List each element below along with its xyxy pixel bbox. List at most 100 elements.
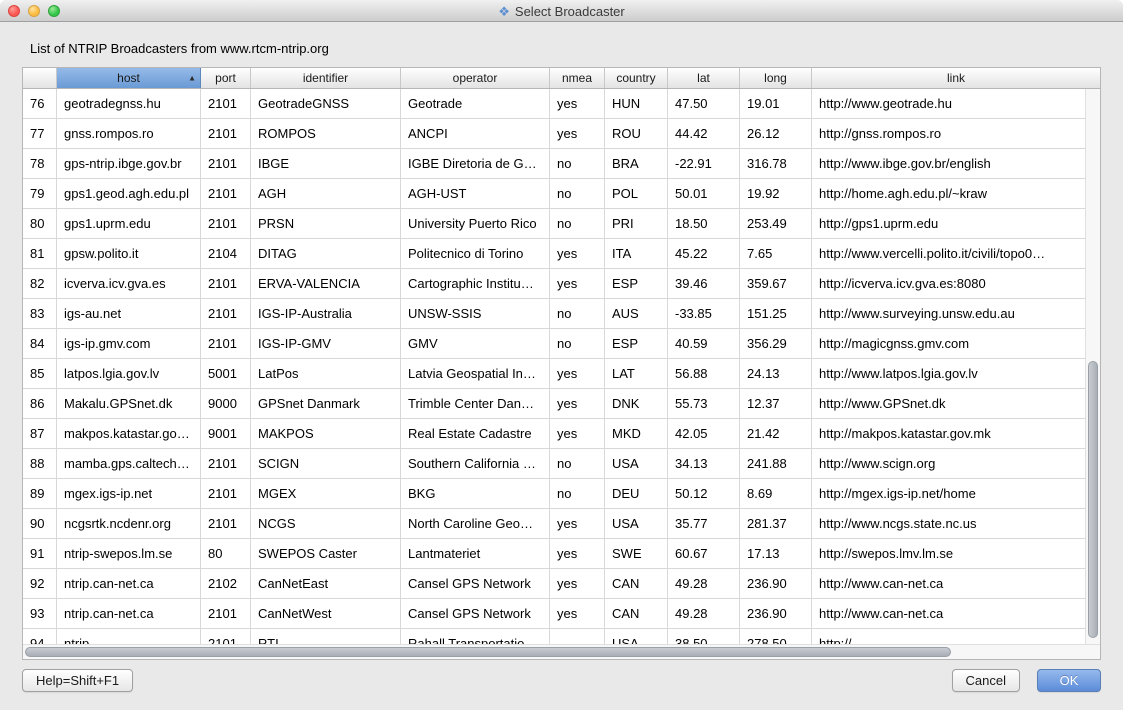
column-header-lat[interactable]: lat	[668, 68, 740, 88]
table-body-wrap: 76geotradegnss.hu2101GeotradeGNSSGeotrad…	[23, 89, 1100, 644]
table-row[interactable]: 90ncgsrtk.ncdenr.org2101NCGSNorth Caroli…	[23, 509, 1085, 539]
cell-num: 91	[23, 539, 57, 568]
cell-nmea: no	[550, 149, 605, 178]
column-header-operator[interactable]: operator	[401, 68, 550, 88]
cell-lat: 49.28	[668, 569, 740, 598]
column-header-num[interactable]	[23, 68, 57, 88]
cell-port: 2101	[201, 269, 251, 298]
table-row[interactable]: 87makpos.katastar.go…9001MAKPOSReal Esta…	[23, 419, 1085, 449]
cell-identifier: AGH	[251, 179, 401, 208]
cell-identifier: IGS-IP-Australia	[251, 299, 401, 328]
column-header-label: link	[947, 71, 965, 85]
cell-lat: -33.85	[668, 299, 740, 328]
table-row[interactable]: 91ntrip-swepos.lm.se80SWEPOS CasterLantm…	[23, 539, 1085, 569]
table-row[interactable]: 79gps1.geod.agh.edu.pl2101AGHAGH-USTnoPO…	[23, 179, 1085, 209]
cell-operator: Trimble Center Dan…	[401, 389, 550, 418]
cell-host: geotradegnss.hu	[57, 89, 201, 118]
cell-operator: North Caroline Geo…	[401, 509, 550, 538]
cell-long: 253.49	[740, 209, 812, 238]
table-row[interactable]: 85latpos.lgia.gov.lv5001LatPosLatvia Geo…	[23, 359, 1085, 389]
column-header-label: lat	[697, 71, 710, 85]
table-row[interactable]: 93ntrip.can-net.ca2101CanNetWestCansel G…	[23, 599, 1085, 629]
cell-port: 9000	[201, 389, 251, 418]
cell-port: 2101	[201, 329, 251, 358]
column-header-port[interactable]: port	[201, 68, 251, 88]
cell-host: mamba.gps.caltech…	[57, 449, 201, 478]
cell-link: http://…	[812, 629, 1085, 644]
cell-nmea: yes	[550, 359, 605, 388]
column-header-identifier[interactable]: identifier	[251, 68, 401, 88]
cell-long: 12.37	[740, 389, 812, 418]
cell-nmea: yes	[550, 509, 605, 538]
list-heading: List of NTRIP Broadcasters from www.rtcm…	[30, 41, 329, 56]
cell-link: http://www.GPSnet.dk	[812, 389, 1085, 418]
cell-long: 281.37	[740, 509, 812, 538]
cell-num: 85	[23, 359, 57, 388]
ok-button[interactable]: OK	[1037, 669, 1101, 692]
table-row[interactable]: 76geotradegnss.hu2101GeotradeGNSSGeotrad…	[23, 89, 1085, 119]
window-title-group: ❖ Select Broadcaster	[0, 0, 1123, 22]
cell-num: 90	[23, 509, 57, 538]
cell-operator: Cansel GPS Network	[401, 599, 550, 628]
cell-num: 83	[23, 299, 57, 328]
cell-port: 2101	[201, 179, 251, 208]
cell-long: 19.92	[740, 179, 812, 208]
table-row[interactable]: 77gnss.rompos.ro2101ROMPOSANCPIyesROU44.…	[23, 119, 1085, 149]
column-header-link[interactable]: link	[812, 68, 1100, 88]
cell-identifier: GeotradeGNSS	[251, 89, 401, 118]
table-row[interactable]: 92ntrip.can-net.ca2102CanNetEastCansel G…	[23, 569, 1085, 599]
column-header-long[interactable]: long	[740, 68, 812, 88]
cell-nmea: no	[550, 179, 605, 208]
cell-lat: 44.42	[668, 119, 740, 148]
cell-lat: 42.05	[668, 419, 740, 448]
table-row[interactable]: 78gps-ntrip.ibge.gov.br2101IBGEIGBE Dire…	[23, 149, 1085, 179]
cell-identifier: GPSnet Danmark	[251, 389, 401, 418]
horizontal-scrollbar-thumb[interactable]	[25, 647, 951, 657]
cell-port: 80	[201, 539, 251, 568]
cell-link: http://gps1.uprm.edu	[812, 209, 1085, 238]
cell-num: 94	[23, 629, 57, 644]
cell-country: SWE	[605, 539, 668, 568]
cell-nmea: yes	[550, 89, 605, 118]
table-row[interactable]: 80gps1.uprm.edu2101PRSNUniversity Puerto…	[23, 209, 1085, 239]
cell-host: Makalu.GPSnet.dk	[57, 389, 201, 418]
cell-country: USA	[605, 449, 668, 478]
table-row[interactable]: 82icverva.icv.gva.es2101ERVA-VALENCIACar…	[23, 269, 1085, 299]
cell-host: ntrip.can-net.ca	[57, 599, 201, 628]
cell-country: AUS	[605, 299, 668, 328]
column-header-host[interactable]: host▲	[57, 68, 201, 88]
cell-lat: 18.50	[668, 209, 740, 238]
vertical-scrollbar-thumb[interactable]	[1088, 361, 1098, 639]
cell-long: 24.13	[740, 359, 812, 388]
cell-operator: Politecnico di Torino	[401, 239, 550, 268]
help-button[interactable]: Help=Shift+F1	[22, 669, 133, 692]
cell-port: 2101	[201, 299, 251, 328]
cell-long: 26.12	[740, 119, 812, 148]
column-header-country[interactable]: country	[605, 68, 668, 88]
cell-lat: 47.50	[668, 89, 740, 118]
horizontal-scrollbar[interactable]	[23, 644, 1100, 659]
column-header-label: identifier	[303, 71, 348, 85]
cell-host: ntrip.can-net.ca	[57, 569, 201, 598]
cell-operator: Rahall Transportatio…	[401, 629, 550, 644]
table-row[interactable]: 86Makalu.GPSnet.dk9000GPSnet DanmarkTrim…	[23, 389, 1085, 419]
table-row[interactable]: 83igs-au.net2101IGS-IP-AustraliaUNSW-SSI…	[23, 299, 1085, 329]
window-titlebar: ❖ Select Broadcaster	[0, 0, 1123, 22]
table-row[interactable]: 81gpsw.polito.it2104DITAGPolitecnico di …	[23, 239, 1085, 269]
cell-host: latpos.lgia.gov.lv	[57, 359, 201, 388]
cell-country: HUN	[605, 89, 668, 118]
table-header-row: host▲port identifier operatornmeacountry la…	[23, 68, 1100, 89]
vertical-scrollbar[interactable]	[1085, 89, 1100, 644]
cell-num: 77	[23, 119, 57, 148]
table-row[interactable]: 88mamba.gps.caltech…2101SCIGNSouthern Ca…	[23, 449, 1085, 479]
cell-nmea: yes	[550, 239, 605, 268]
cancel-button[interactable]: Cancel	[952, 669, 1020, 692]
column-header-nmea[interactable]: nmea	[550, 68, 605, 88]
table-row[interactable]: 94ntrip…2101RTI…Rahall Transportatio…USA…	[23, 629, 1085, 644]
table-row[interactable]: 84igs-ip.gmv.com2101IGS-IP-GMVGMVnoESP40…	[23, 329, 1085, 359]
table-row[interactable]: 89mgex.igs-ip.net2101MGEXBKGnoDEU50.128.…	[23, 479, 1085, 509]
cell-nmea: no	[550, 329, 605, 358]
cell-nmea: yes	[550, 419, 605, 448]
cell-lat: 45.22	[668, 239, 740, 268]
cell-link: http://www.surveying.unsw.edu.au	[812, 299, 1085, 328]
